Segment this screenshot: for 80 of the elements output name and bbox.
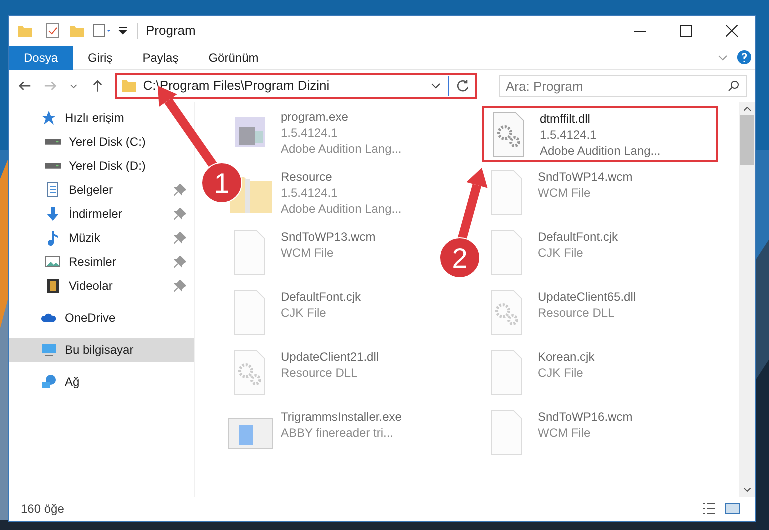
step-number: 1 (214, 168, 230, 199)
folder-icon (121, 78, 138, 94)
ribbon-tab[interactable]: Dosya (9, 46, 74, 70)
address-bar[interactable]: C:\Program Files\Program Dizini (115, 73, 478, 99)
sidebar-item[interactable]: OneDrive (9, 306, 124, 330)
network-icon (41, 374, 57, 390)
search-icon (728, 80, 740, 92)
ribbon-tab[interactable]: Giriş (73, 46, 128, 70)
document-icon (45, 182, 61, 198)
callout-badge (202, 162, 242, 204)
file-detail: 1.5.4124.1 (281, 185, 339, 201)
sidebar-item[interactable]: İndirmeler (9, 202, 194, 226)
step-number: 2 (452, 243, 468, 274)
sidebar-item[interactable]: Müzik (9, 226, 194, 250)
scroll-thumb[interactable] (740, 115, 754, 165)
picture-icon (45, 254, 61, 270)
music-note-icon (45, 230, 61, 246)
search-field[interactable]: Ara: Program (499, 75, 747, 97)
file-name[interactable]: SndToWP14.wcm (538, 169, 633, 185)
star-icon (41, 110, 57, 126)
ribbon-tab[interactable]: Paylaş (128, 46, 194, 70)
film-icon (45, 278, 61, 294)
file-name[interactable]: DefaultFont.cjk (538, 229, 618, 245)
file-name[interactable]: TrigrammsInstaller.exe (281, 409, 402, 425)
file-name[interactable]: program.exe (281, 109, 402, 125)
file-name[interactable]: SndToWP16.wcm (538, 409, 633, 425)
file-detail: Adobe Audition Lang... (540, 143, 661, 159)
file-name[interactable]: dtmffilt.dll (540, 111, 661, 127)
refresh-icon[interactable] (455, 78, 472, 94)
selected-file-item[interactable]: dtmffilt.dll 1.5.4124.1 Adobe Audition Lang... (482, 106, 718, 162)
file-detail: 1.5.4124.1 (540, 127, 598, 143)
sidebar-item[interactable]: Hızlı erişim (9, 106, 132, 130)
dropdown-caret-icon (117, 25, 129, 37)
sidebar-item[interactable]: Yerel Disk (C:) (9, 130, 154, 154)
file-detail: Resource DLL (281, 365, 359, 381)
file-detail: 1.5.4124.1 (281, 125, 339, 141)
close-icon (726, 25, 738, 37)
sidebar-item[interactable]: Belgeler (9, 178, 194, 202)
scroll-up-icon[interactable] (744, 107, 750, 111)
folder-icon (69, 23, 85, 39)
file-name[interactable]: Korean.cjk (538, 349, 595, 365)
file-detail: Adobe Audition Lang... (281, 201, 402, 217)
maximize-icon (680, 25, 692, 37)
item-count: 160 öğe (21, 501, 64, 518)
file-detail: WCM File (538, 425, 592, 441)
ribbon-tab[interactable]: Görünüm (194, 46, 274, 70)
monitor-icon (41, 342, 57, 358)
sidebar-item[interactable]: Resimler (9, 250, 194, 274)
file-name[interactable]: DefaultFont.cjk (281, 289, 362, 305)
scrollbar[interactable] (739, 102, 755, 497)
callout-badge (440, 238, 480, 278)
view-options-icon (93, 23, 113, 39)
file-name[interactable]: UpdateClient65.dll (538, 289, 636, 305)
file-detail: WCM File (538, 185, 592, 201)
address-path: C:\Program Files\Program Dizini (143, 77, 331, 96)
scroll-down-icon[interactable] (744, 488, 750, 492)
file-detail: CJK File (538, 365, 584, 381)
sidebar-item[interactable]: Ağ (9, 370, 88, 394)
file-detail: Adobe Audition Lang... (281, 141, 402, 157)
download-arrow-icon (45, 206, 61, 222)
file-detail: CJK File (281, 305, 328, 321)
sidebar-item[interactable]: Videolar (9, 274, 194, 298)
properties-icon (45, 23, 61, 39)
file-detail: WCM File (281, 245, 335, 261)
help-icon (737, 50, 752, 65)
large-icons-view-icon[interactable] (725, 501, 741, 517)
file-detail: ABBY finereader tri... (281, 425, 394, 441)
file-name[interactable]: Resource (281, 169, 402, 185)
sidebar-item[interactable]: Bu bilgisayar (9, 338, 194, 362)
details-view-icon[interactable] (701, 501, 717, 517)
file-detail: CJK File (538, 245, 584, 261)
drive-icon (45, 139, 61, 145)
drive-icon (45, 163, 61, 169)
minimize-icon (634, 30, 646, 32)
window-title: Program (146, 22, 196, 40)
sidebar-item[interactable]: Yerel Disk (D:) (9, 154, 154, 178)
file-detail: Resource DLL (538, 305, 616, 321)
folder-icon (17, 23, 33, 39)
file-name[interactable]: SndToWP13.wcm (281, 229, 376, 245)
file-name[interactable]: UpdateClient21.dll (281, 349, 380, 365)
